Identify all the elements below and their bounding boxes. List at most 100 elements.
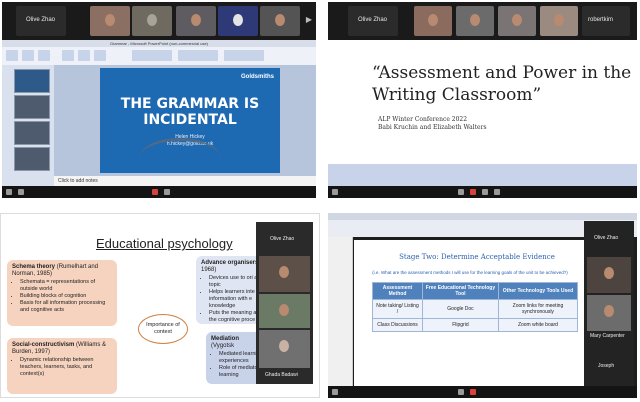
start-icon[interactable] [332,389,338,395]
table-header: Free Educational Technology Tool [421,282,499,300]
participant-name: Olive Zhao [26,17,56,23]
slide-thumbnails [2,65,54,186]
video-strip: Olive Zhao Mary Carpenter Joseph [584,221,634,386]
app-icon[interactable] [18,189,24,195]
ribbon-button[interactable] [78,50,90,61]
zoom-panel-title-slide: Olive Zhao robertkim “Assessment and Pow… [328,2,637,198]
participant-video[interactable] [587,257,631,293]
list-item: Dynamic relationship between teachers, l… [20,357,112,378]
participant-tile[interactable]: Olive Zhao [16,6,66,36]
taskbar [328,386,637,398]
participant-tile[interactable] [176,6,216,36]
social-heading: Social-constructivism [12,342,75,348]
table-cell: Zoom white board [497,318,579,332]
participant-tile[interactable] [132,6,172,36]
app-icon[interactable] [164,189,170,195]
ribbon-button[interactable] [178,50,218,61]
app-icon[interactable] [470,189,476,195]
zoom-panel-stage-two: Stage Two: Determine Acceptable Evidence… [328,213,637,398]
slide-thumbnails [328,237,353,386]
slide-thumbnail[interactable] [14,95,50,119]
participant-tile[interactable] [456,6,494,36]
table-cell: Zoom links for meeting synchronously [497,299,579,319]
advance-source: 1968) [201,267,217,273]
participant-name: Mary Carpenter [590,333,625,339]
app-icon[interactable] [482,189,488,195]
participant-tile[interactable] [498,6,536,36]
participant-tile[interactable] [540,6,578,36]
list-item: Mediated learnin experiences [219,351,261,365]
table-row: Class Discussions Flipgrid Zoom white bo… [372,318,579,332]
list-item: Role of mediator learning [219,365,261,379]
app-icon[interactable] [494,189,500,195]
participant-name: Joseph [598,363,615,369]
notes-pane[interactable]: Click to add notes [54,176,316,186]
current-slide: Stage Two: Determine Acceptable Evidence… [354,240,584,386]
table-cell: Flipgrid [421,318,499,332]
ribbon-button[interactable] [94,50,106,61]
slide-thumbnail[interactable] [14,147,50,171]
list-item: Schemata = representations of outside wo… [20,279,112,293]
participant-tile[interactable] [218,6,258,36]
table-cell: Note taking/ Listing / [372,299,423,319]
evidence-table: Assessment Method Free Educational Techn… [372,282,579,332]
participant-name: robertkim [588,17,614,23]
slide-title: THE GRAMMAR IS INCIDENTAL [120,96,260,128]
advance-heading: Advance organisers [201,260,259,266]
video-strip: Olive Zhao Ghada Badawi [256,222,313,384]
slide-thumbnail[interactable] [14,69,50,93]
table-cell: Class Discussions [372,318,423,332]
participant-tile[interactable]: robertkim [582,6,630,36]
participant-video[interactable] [259,330,310,368]
ribbon-button[interactable] [6,50,18,61]
brand-logo: Goldsmiths [240,74,274,80]
slide-thumbnail[interactable] [14,121,50,145]
list-item: Building blocks of cognition [20,293,112,300]
table-header: Other Technology Tools Used [497,282,579,300]
current-slide: Goldsmiths THE GRAMMAR IS INCIDENTAL Hel… [100,68,280,173]
participant-tile[interactable] [90,6,130,36]
zoom-panel-educational-psychology: Educational psychology Schema theory (Ru… [0,213,320,398]
participant-video[interactable] [259,294,310,328]
ribbon-button[interactable] [38,50,50,61]
app-icon[interactable] [458,189,464,195]
sculpture-image [140,138,220,176]
participant-tile[interactable]: Olive Zhao [348,6,398,36]
app-icon[interactable] [458,389,464,395]
schema-heading: Schema theory [12,264,56,270]
app-icon[interactable] [470,389,476,395]
app-icon[interactable] [152,189,158,195]
ribbon-button[interactable] [62,50,74,61]
participant-strip: Olive Zhao robertkim [328,2,637,40]
table-header: Assessment Method [372,282,423,300]
decorative-band [328,164,637,186]
participant-video[interactable] [259,256,310,292]
taskbar [328,186,637,198]
window-title [328,213,637,220]
taskbar [2,186,316,198]
slide-subtitle: ALP Winter Conference 2022 Babi Kruchin … [378,116,487,132]
participant-name: Olive Zhao [270,236,295,242]
table-row: Note taking/ Listing / Google Doc Zoom l… [372,299,579,319]
start-icon[interactable] [6,189,12,195]
mediation-heading: Mediation [211,336,239,342]
ribbon-button[interactable] [132,50,172,61]
shared-slide: “Assessment and Power in the Writing Cla… [328,40,637,186]
zoom-panel-powerpoint: Olive Zhao ▶ Grammar - Microsoft PowerPo… [2,2,316,198]
ribbon-button[interactable] [22,50,34,61]
list-item: Helps learners inte information with e k… [209,289,261,310]
ribbon-button[interactable] [224,50,264,61]
ribbon [2,47,316,66]
participant-video[interactable] [587,295,631,331]
start-icon[interactable] [332,189,338,195]
participant-tile[interactable] [414,6,452,36]
list-item: Puts the meaning a the cognitive proce [209,310,261,324]
participant-name: Olive Zhao [358,17,388,23]
importance-of-context: Importance of context [138,314,188,344]
chevron-right-icon[interactable]: ▶ [306,15,312,24]
schema-theory-box: Schema theory (Rumelhart and Norman, 198… [7,260,117,326]
participant-tile[interactable] [260,6,300,36]
participant-name: Ghada Badawi [265,372,298,378]
slide-title: Stage Two: Determine Acceptable Evidence [399,253,555,261]
window-title: Grammar - Microsoft PowerPoint (non-comm… [2,40,316,47]
